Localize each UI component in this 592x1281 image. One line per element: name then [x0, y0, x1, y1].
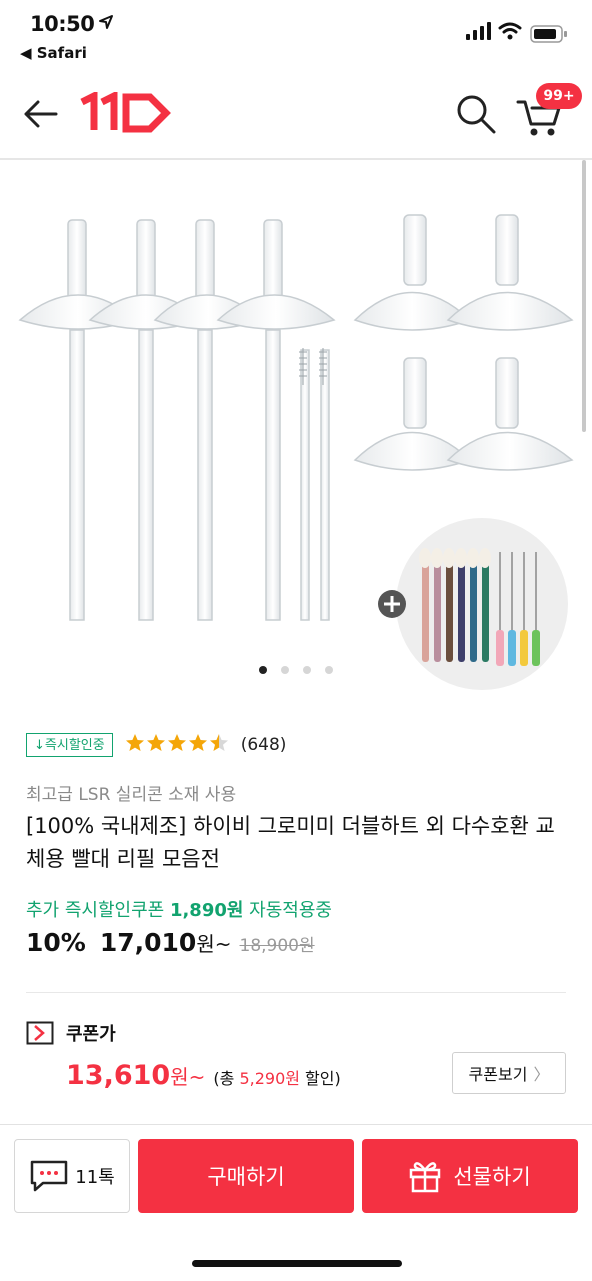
straw-refill-illustration: [18, 214, 574, 690]
carousel-dot[interactable]: [281, 666, 289, 674]
bottom-action-bar: 11톡 구매하기 선물하기: [0, 1124, 592, 1281]
app-header: 99+: [0, 70, 592, 160]
view-coupons-button[interactable]: 쿠폰보기 〉: [452, 1052, 566, 1094]
coupon-discount-amount: 5,290원: [239, 1069, 300, 1088]
signal-icon: [466, 22, 491, 40]
product-info: ↓즉시할인중 (648): [26, 732, 566, 758]
11st-logo[interactable]: [80, 92, 172, 134]
page-scrollbar[interactable]: [582, 160, 586, 432]
product-image[interactable]: [0, 160, 592, 690]
coupon-discount-prefix: (총: [213, 1069, 240, 1088]
coupon-price-unit: 원~: [170, 1065, 206, 1089]
carousel-dot[interactable]: [303, 666, 311, 674]
coupon-tag-icon: [26, 1021, 54, 1045]
status-time: 10:50: [30, 12, 95, 36]
instant-discount-tag: ↓즉시할인중: [26, 733, 113, 757]
coupon-price: 13,610: [66, 1060, 171, 1091]
buy-label: 구매하기: [207, 1165, 285, 1189]
coupon-total-discount: (총 5,290원 할인): [213, 1065, 340, 1089]
status-bar: 10:50 ◀ Safari: [0, 0, 592, 70]
back-arrow-icon[interactable]: [20, 94, 60, 134]
wifi-icon: [498, 22, 522, 40]
price-row: 10% 17,010 원~ 18,900원: [26, 928, 315, 957]
chat-label: 11톡: [75, 1167, 115, 1188]
coupon-discount-suffix: 할인): [299, 1069, 341, 1088]
star-rating-icon: [125, 733, 228, 751]
location-arrow-icon: [99, 15, 113, 29]
back-to-safari[interactable]: ◀ Safari: [20, 44, 87, 62]
auto-coupon-notice: 추가 즉시할인쿠폰 1,890원 자동적용중: [26, 896, 332, 922]
home-indicator[interactable]: [192, 1260, 402, 1267]
view-coupons-label: 쿠폰보기: [468, 1065, 528, 1084]
carousel-dot[interactable]: [259, 666, 267, 674]
coupon-section: 쿠폰가 13,610 원~ (총 5,290원 할인) 쿠폰보기 〉: [26, 1020, 566, 1094]
coupon-notice-amount: 1,890원: [169, 900, 244, 921]
sale-price: 17,010: [99, 928, 197, 957]
buy-button[interactable]: 구매하기: [138, 1139, 354, 1213]
chevron-right-icon: 〉: [533, 1065, 550, 1084]
cart-count-badge: 99+: [536, 83, 582, 109]
gift-box-icon: [410, 1162, 441, 1193]
original-price: 18,900원: [239, 936, 315, 956]
discount-rate: 10%: [26, 928, 86, 957]
battery-icon: [530, 25, 567, 43]
review-count[interactable]: (648): [241, 735, 287, 755]
product-title: [100% 국내제조] 하이비 그로미미 더블하트 외 다수호환 교체용 빨대 …: [26, 814, 555, 871]
carousel-indicator: [0, 666, 592, 678]
product-subtitle: 최고급 LSR 실리콘 소재 사용: [26, 785, 237, 805]
search-icon[interactable]: [454, 92, 498, 136]
chat-bubble-icon: [31, 1160, 68, 1192]
price-unit: 원~: [196, 932, 232, 956]
divider: [26, 992, 566, 993]
gift-button[interactable]: 선물하기: [362, 1139, 578, 1213]
carousel-dot[interactable]: [325, 666, 333, 674]
coupon-price-label: 쿠폰가: [66, 1024, 116, 1045]
coupon-notice-prefix: 추가 즉시할인쿠폰: [26, 900, 170, 921]
chat-button[interactable]: 11톡: [14, 1139, 130, 1213]
coupon-notice-suffix: 자동적용중: [243, 900, 332, 921]
rating-stars[interactable]: [125, 733, 235, 758]
gift-label: 선물하기: [453, 1165, 531, 1189]
